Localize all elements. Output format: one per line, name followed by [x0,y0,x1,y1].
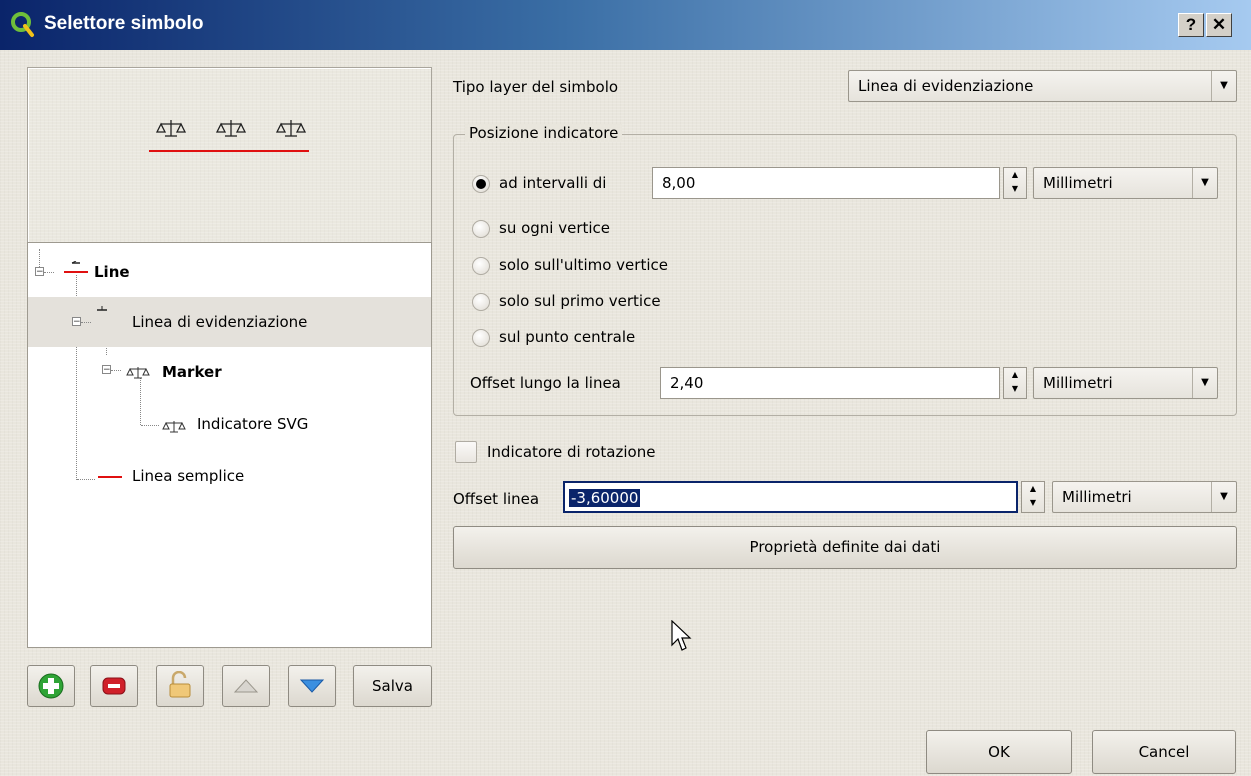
line-symbol-icon [64,261,88,273]
radio-interval[interactable] [472,175,490,193]
move-down-button[interactable] [288,665,336,707]
chevron-down-icon: ▼ [1192,368,1217,398]
move-up-button[interactable] [222,665,270,707]
marker-position-group-title: Posizione indicatore [465,124,623,142]
radio-every-vertex[interactable] [472,220,490,238]
lock-layer-button[interactable] [156,665,204,707]
interval-unit-select[interactable]: Millimetri ▼ [1033,167,1218,199]
line-offset-selected-text: -3,60000 [569,489,641,507]
radio-center-point[interactable] [472,329,490,347]
radio-last-vertex-label: solo sull'ultimo vertice [499,256,668,274]
radio-interval-label: ad intervalli di [499,174,607,192]
mouse-cursor-icon [671,620,692,651]
offset-along-unit-select[interactable]: Millimetri ▼ [1033,367,1218,399]
scale-icon [126,367,150,379]
interval-spinner[interactable]: ▲ ▼ [1003,167,1027,199]
offset-along-spinner[interactable]: ▲ ▼ [1003,367,1027,399]
unlocked-padlock-icon [169,670,191,698]
radio-first-vertex[interactable] [472,293,490,311]
add-layer-button[interactable] [27,665,75,707]
line-offset-spinner[interactable]: ▲ ▼ [1021,481,1045,513]
tree-item-label: Marker [162,363,222,381]
line-offset-input[interactable]: -3,60000 [563,481,1018,513]
symbol-preview [27,67,432,259]
collapse-icon[interactable]: − [102,365,111,375]
tree-item-label: Linea semplice [132,467,245,485]
tree-item-label: Indicatore SVG [197,415,309,433]
plus-icon [38,673,64,699]
save-button[interactable]: Salva [353,665,432,707]
offset-along-input[interactable]: 2,40 [660,367,1000,399]
tree-item-label: Linea di evidenziazione [132,313,308,331]
line-offset-label: Offset linea [453,490,540,508]
triangle-down-icon [299,679,325,693]
layer-type-value: Linea di evidenziazione [858,77,1034,95]
radio-last-vertex[interactable] [472,257,490,275]
tree-item-simple-line[interactable]: Linea semplice [28,455,431,505]
collapse-icon[interactable]: − [35,267,44,277]
minus-icon [102,677,126,695]
window-title: Selettore simbolo [44,13,204,34]
help-button[interactable]: ? [1178,13,1204,37]
line-offset-unit-value: Millimetri [1062,488,1132,506]
offset-along-unit-value: Millimetri [1043,374,1113,392]
triangle-up-icon [233,679,259,693]
scale-icon [162,421,186,433]
tree-item-marker[interactable]: − Marker [28,351,431,401]
tree-item-marker-line[interactable]: − Linea di evidenziazione [28,297,431,347]
chevron-down-icon: ▼ [1192,168,1217,198]
marker-line-icon [97,306,107,311]
tree-item-line[interactable]: − Line [28,247,431,297]
rotate-marker-label: Indicatore di rotazione [487,443,656,461]
chevron-down-icon: ▼ [1211,71,1236,101]
collapse-icon[interactable]: − [72,317,81,327]
title-bar: Selettore simbolo ? ✕ [0,0,1251,50]
line-offset-unit-select[interactable]: Millimetri ▼ [1052,481,1237,513]
simple-line-icon [98,476,122,478]
data-defined-properties-button[interactable]: Proprietà definite dai dati [453,526,1237,569]
offset-along-label: Offset lungo la linea [470,374,621,392]
interval-unit-value: Millimetri [1043,174,1113,192]
tree-item-svg-marker[interactable]: Indicatore SVG [28,403,431,453]
symbol-preview-graphic [149,120,309,152]
close-button[interactable]: ✕ [1206,13,1232,37]
layer-type-select[interactable]: Linea di evidenziazione ▼ [848,70,1237,102]
rotate-marker-checkbox[interactable] [455,441,477,463]
ok-button[interactable]: OK [926,730,1072,774]
radio-center-point-label: sul punto centrale [499,328,636,346]
cancel-button[interactable]: Cancel [1092,730,1236,774]
radio-every-vertex-label: su ogni vertice [499,219,611,237]
layer-type-label: Tipo layer del simbolo [453,78,619,96]
symbol-layer-tree[interactable]: − Line − Linea di evidenziazione − Marke… [27,242,432,648]
qgis-logo-icon [11,12,34,37]
interval-input[interactable]: 8,00 [652,167,1000,199]
radio-first-vertex-label: solo sul primo vertice [499,292,661,310]
tree-item-label: Line [94,263,130,281]
chevron-down-icon: ▼ [1211,482,1236,512]
remove-layer-button[interactable] [90,665,138,707]
